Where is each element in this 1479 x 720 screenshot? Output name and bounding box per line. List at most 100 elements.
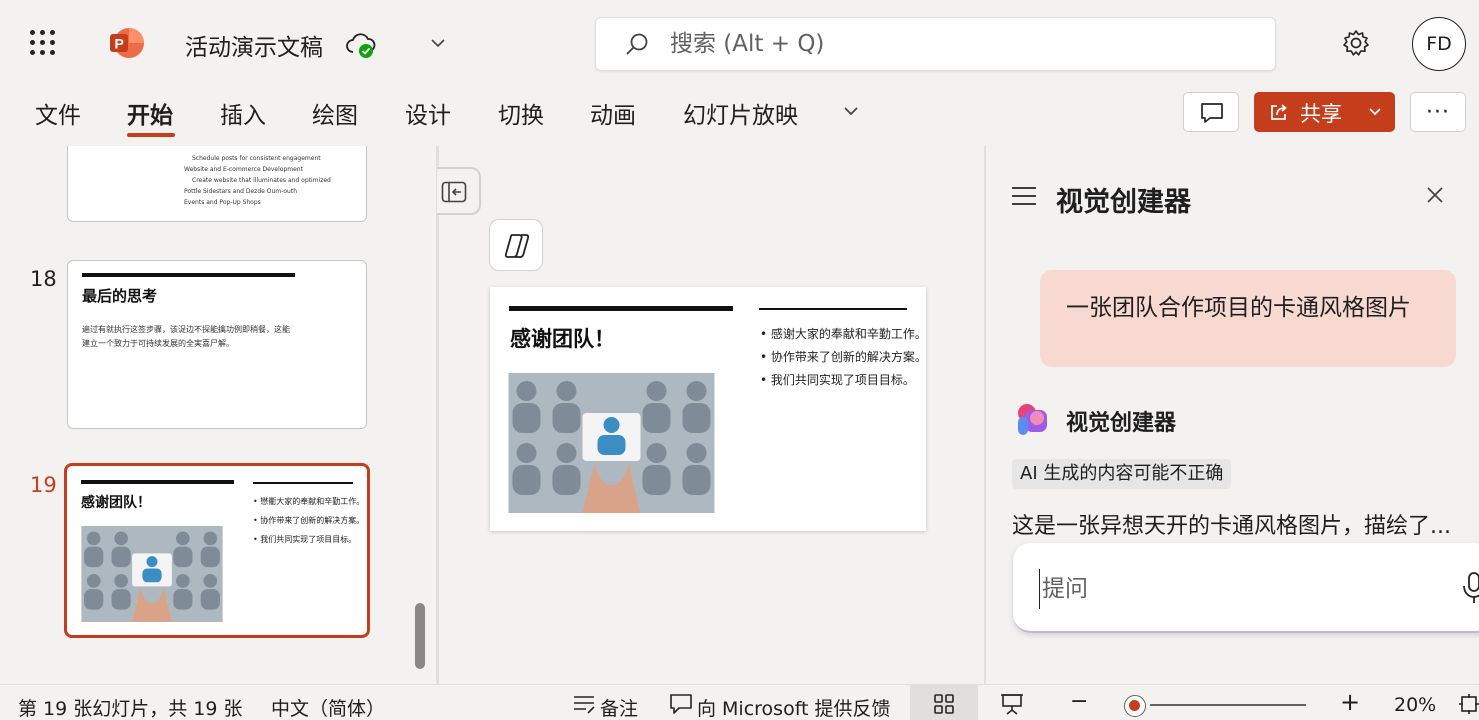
thumbnail-line: Events and Pop-Up Shops — [184, 199, 261, 206]
language-indicator[interactable]: 中文（简体） — [271, 694, 385, 720]
zoom-in-button[interactable]: + — [1340, 688, 1360, 716]
slide-rule — [81, 480, 234, 484]
slide-thumbnail-pane: Schedule posts for consistent engagement… — [0, 146, 436, 684]
avatar[interactable]: FD — [1412, 17, 1466, 71]
ai-disclaimer-badge: AI 生成的内容可能不正确 — [1012, 459, 1232, 489]
bullet-text: 协作带来了创新的解决方案。 — [770, 350, 926, 364]
slide-bullet: • 感谢大家的奉献和辛勤工作。 — [760, 327, 926, 341]
feedback-icon[interactable] — [669, 693, 693, 715]
search-input[interactable] — [670, 28, 1230, 60]
tab-slideshow[interactable]: 幻灯片放映 — [683, 96, 798, 130]
slide-rule — [759, 308, 907, 310]
active-tab-indicator — [127, 133, 175, 137]
slide-bullet: • 我们共同实现了项目目标。 — [253, 535, 357, 544]
slide-bullet: • 懋衢大家的奉献和辛勤工作。 — [253, 497, 365, 506]
ask-box[interactable] — [1013, 543, 1479, 633]
bullet-text: 我们共同实现了项目目标。 — [260, 535, 357, 544]
cloud-saved-icon[interactable] — [345, 30, 377, 60]
document-title[interactable]: 活动演示文稿 — [185, 28, 323, 62]
thumbnail-text: Schedule posts for consistent engagement… — [184, 153, 364, 208]
designer-pane: 视觉创建器 一张团队合作项目的卡通风格图片 视觉创建器 AI 生成的内容可能不正… — [986, 146, 1479, 684]
slide-title: 最后的思考 — [82, 287, 158, 305]
slide-bullet: • 我们共同实现了项目目标。 — [760, 373, 915, 387]
app-launcher-icon[interactable] — [30, 30, 56, 56]
collapse-pane-icon — [441, 181, 467, 203]
slide-bullet: • 协作带来了创新的解决方案。 — [760, 350, 926, 364]
slide-number: 18 — [30, 267, 57, 291]
slide-bullets[interactable]: • 感谢大家的奉献和辛勤工作。 • 协作带来了创新的解决方案。 • 我们共同实现… — [760, 323, 926, 392]
notes-button[interactable]: 备注 — [600, 694, 638, 720]
slide-rule — [509, 306, 733, 311]
slide-canvas[interactable]: 感谢团队！ • 感谢大家的奉献和辛勤工作。 • 协作带来了创新的解决方案。 • … — [490, 287, 926, 531]
slide-bullet: • 协作带来了创新的解决方案。 — [253, 516, 365, 525]
slide-thumbnail-18[interactable]: 最后的思考 遍过有就执行这签步骤，该浞边不探能擒功例即稍餐，这能 建立一个致力于… — [67, 260, 367, 429]
bot-name: 视觉创建器 — [1066, 411, 1177, 436]
collapse-pane-button[interactable] — [437, 167, 481, 215]
tab-insert[interactable]: 插入 — [220, 96, 266, 130]
title-bar: P 活动演示文稿 FD — [0, 0, 1479, 86]
copilot-button[interactable] — [489, 219, 543, 271]
tab-animations[interactable]: 动画 — [590, 96, 636, 130]
bullet-text: 我们共同实现了项目目标。 — [770, 373, 915, 387]
bullet-text: 协作带来了创新的解决方案。 — [260, 516, 365, 525]
thumbnail-line: Create website that illuminates and opti… — [192, 177, 331, 184]
microphone-icon[interactable] — [1461, 571, 1479, 605]
tab-transitions[interactable]: 切换 — [498, 96, 544, 130]
slide-title[interactable]: 感谢团队！ — [510, 323, 615, 353]
slide-title: 感谢团队！ — [81, 495, 151, 511]
ask-input[interactable] — [1039, 569, 1419, 609]
tab-design[interactable]: 设计 — [405, 96, 451, 130]
chevron-down-icon[interactable] — [840, 100, 862, 122]
slide-rule — [253, 482, 353, 484]
slide-body-line: 遍过有就执行这签步骤，该浞边不探能擒功例即稍餐，这能 — [82, 325, 290, 334]
grid-view-icon — [934, 694, 954, 714]
tab-file[interactable]: 文件 — [35, 96, 81, 130]
feedback-button[interactable]: 向 Microsoft 提供反馈 — [697, 694, 891, 720]
user-message: 一张团队合作项目的卡通风格图片 — [1040, 270, 1456, 367]
comment-icon — [1201, 103, 1223, 123]
slide-body: 遍过有就执行这签步骤，该浞边不探能擒功例即稍餐，这能 建立一个致力于可持续发展的… — [82, 323, 290, 351]
chevron-down-icon[interactable] — [428, 33, 448, 53]
chevron-down-icon — [1369, 108, 1381, 116]
designer-logo-icon — [1018, 404, 1047, 435]
team-puzzle-image — [81, 526, 223, 622]
pane-divider[interactable] — [436, 146, 439, 684]
thumbnail-scrollbar[interactable] — [415, 603, 425, 669]
close-icon[interactable] — [1424, 184, 1446, 206]
powerpoint-logo-icon: P — [110, 28, 144, 58]
presenter-icon[interactable] — [1000, 693, 1024, 715]
hamburger-icon[interactable] — [1010, 184, 1038, 208]
thumbnail-line: Website and E-commerce Development — [184, 166, 303, 173]
thumbnail-line: Schedule posts for consistent engagement — [192, 155, 321, 162]
tab-draw[interactable]: 绘图 — [312, 96, 358, 130]
zoom-level[interactable]: 20% — [1394, 694, 1436, 716]
user-message-text: 一张团队合作项目的卡通风格图片 — [1066, 295, 1411, 321]
fit-slide-icon[interactable] — [1458, 693, 1479, 715]
slide-count: 第 19 张幻灯片，共 19 张 — [18, 698, 243, 720]
comments-button[interactable] — [1183, 92, 1239, 132]
tab-home[interactable]: 开始 — [127, 96, 173, 130]
slide-sorter-button[interactable] — [910, 685, 978, 720]
copilot-icon — [504, 234, 530, 258]
notes-icon[interactable] — [572, 693, 596, 715]
bot-message-text: 这是一张异想天开的卡通风格图片，描绘了... — [1012, 514, 1451, 539]
slide-bullets: • 懋衢大家的奉献和辛勤工作。 • 协作带来了创新的解决方案。 • 我们共同实现… — [253, 492, 364, 549]
status-bar: 第 19 张幻灯片，共 19 张 中文（简体） 备注 向 Microsoft 提… — [0, 684, 1479, 720]
search-box[interactable] — [595, 17, 1276, 71]
slide-thumbnail-17[interactable]: Schedule posts for consistent engagement… — [67, 146, 367, 222]
share-icon — [1271, 104, 1287, 120]
bullet-text: 感谢大家的奉献和辛勤工作。 — [770, 327, 926, 341]
slide-thumbnail-19[interactable]: 感谢团队！ • 懋衢大家的奉献和辛勤工作。 • 协作带来了创新的解决方案。 • … — [64, 463, 370, 638]
gear-icon[interactable] — [1341, 28, 1371, 58]
zoom-slider-track[interactable] — [1150, 704, 1306, 706]
share-button[interactable]: 共享 — [1254, 92, 1395, 132]
slide-body-line: 建立一个致力于可持续发展的全実喜尸解。 — [82, 339, 234, 348]
slide-rule — [82, 273, 295, 277]
team-puzzle-image[interactable] — [508, 373, 715, 513]
zoom-out-button[interactable]: − — [1070, 689, 1088, 714]
thumbnail-line: Pottle Sidestars and Dezde Oum-outh — [184, 188, 298, 195]
zoom-slider-thumb[interactable] — [1124, 695, 1146, 717]
more-options-button[interactable]: ··· — [1410, 92, 1466, 132]
pane-title: 视觉创建器 — [1056, 187, 1191, 218]
slide-number: 19 — [30, 473, 57, 497]
